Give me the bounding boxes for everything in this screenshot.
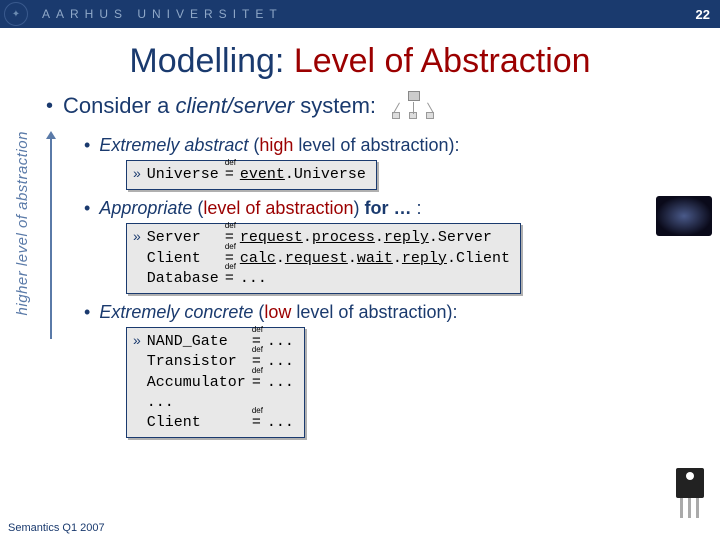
definition-eq-col: def=def=def= — [225, 228, 234, 289]
definition-left: Server Client Database — [147, 228, 219, 289]
main-bullet-suffix: system: — [294, 93, 376, 118]
definition-eq-col: def= — [225, 165, 234, 185]
sub-bullet-raquo-icon: » — [133, 228, 141, 244]
main-bullet-prefix: Consider a — [63, 93, 176, 118]
main-bullet: • Consider a client/server system: — [46, 91, 720, 121]
university-seal-icon: ✦ — [4, 2, 28, 26]
page-number: 22 — [696, 7, 710, 22]
slide-footer: Semantics Q1 2007 — [8, 522, 105, 534]
abstraction-arrow — [44, 127, 58, 438]
title-plain: Modelling: — [129, 42, 293, 80]
sub-bullet: • Extremely abstract (high level of abst… — [84, 135, 712, 156]
galaxy-icon — [656, 196, 712, 236]
header-bar: ✦ AARHUS UNIVERSITET 22 — [0, 0, 720, 28]
sub-bullet-raquo-icon: » — [133, 332, 141, 348]
definition-right: ......... ... — [267, 332, 294, 433]
vertical-axis-label: higher level of abstraction — [14, 131, 31, 315]
sub-bullet: • Extremely concrete (low level of abstr… — [84, 302, 712, 323]
client-server-diagram-icon — [392, 91, 436, 121]
vertical-axis-label-wrap: higher level of abstraction — [0, 127, 44, 438]
definition-left: NAND_Gate Transistor Accumulator ... Cli… — [147, 332, 246, 433]
sub-bullet: • Appropriate (level of abstraction) for… — [84, 198, 712, 219]
title-accent: Level of Abstraction — [294, 42, 591, 80]
definition-left: Universe — [147, 165, 219, 185]
definition-box: » Universe def= event.Universe — [126, 160, 377, 190]
main-bullet-italic: client/server — [176, 93, 295, 118]
content-area: higher level of abstraction • Extremely … — [0, 127, 720, 438]
sub-bullet-raquo-icon: » — [133, 165, 141, 181]
bullet-dot-icon: • — [46, 95, 53, 118]
definition-box: » Server Client Database def=def=def= reque… — [126, 223, 521, 294]
definition-right: request.process.reply.Servercalc.request… — [240, 228, 510, 289]
slide-title: Modelling: Level of Abstraction — [0, 42, 720, 81]
definition-eq-col: def=def=def= def= — [252, 332, 261, 433]
definition-box: » NAND_Gate Transistor Accumulator ... Cl… — [126, 327, 305, 438]
arrow-up-icon — [46, 131, 56, 139]
university-name: AARHUS UNIVERSITET — [42, 7, 283, 21]
transistor-icon — [672, 468, 708, 522]
definition-right: event.Universe — [240, 165, 366, 185]
levels-list: • Extremely abstract (high level of abst… — [58, 127, 720, 438]
